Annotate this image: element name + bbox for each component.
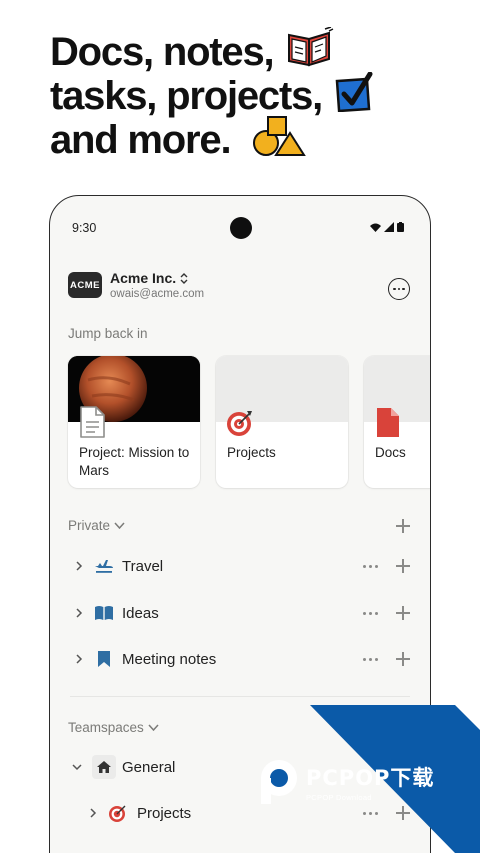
headline: Docs, notes, tasks, projects, and more. [50, 25, 470, 162]
chevron-down-icon [114, 522, 125, 529]
chevron-right-icon[interactable] [74, 561, 84, 571]
section-divider [70, 696, 410, 697]
sidebar-item-label: Ideas [122, 604, 159, 622]
card-title: Docs [375, 445, 406, 460]
sidebar-item-label: Meeting notes [122, 650, 217, 668]
card-title: Projects [227, 445, 276, 460]
bookmark-icon [94, 649, 114, 669]
status-icons [370, 222, 404, 232]
shapes-illustration-icon [252, 115, 307, 166]
chevron-updown-icon [180, 272, 188, 284]
open-book-icon [94, 603, 114, 623]
chevron-down-icon[interactable] [72, 762, 82, 772]
phone-frame: 9:30 ACME Acme Inc. owais@acme.com Jump … [49, 195, 431, 853]
watermark-logo: PCPOP下载 PCPOP Download [258, 758, 434, 806]
home-icon [92, 755, 116, 779]
doc-red-icon [374, 406, 402, 438]
card-projects[interactable]: Projects [216, 356, 348, 488]
add-icon[interactable] [396, 559, 410, 573]
workspace-email: owais@acme.com [110, 288, 205, 300]
chevron-right-icon[interactable] [74, 608, 84, 618]
checkbox-illustration-icon [334, 71, 376, 121]
sidebar-item-label: General [122, 758, 176, 776]
airplane-icon [94, 556, 114, 576]
more-options-button[interactable] [388, 278, 410, 300]
sidebar-item-label: Projects [137, 804, 192, 822]
more-icon[interactable] [363, 611, 378, 615]
card-docs[interactable]: Docs [364, 356, 430, 488]
chevron-down-icon [148, 724, 159, 731]
target-icon [108, 803, 128, 823]
watermark-p-icon [261, 760, 297, 804]
headline-line-3: and more. [50, 118, 232, 162]
camera-cutout [230, 217, 252, 239]
add-icon[interactable] [396, 652, 410, 666]
more-icon[interactable] [363, 811, 378, 815]
wifi-icon [370, 223, 381, 232]
target-icon [226, 406, 254, 438]
card-mission-to-mars[interactable]: Project: Mission to Mars [68, 356, 200, 488]
card-title: Project: Mission to Mars [79, 445, 190, 478]
headline-line-1: Docs, notes, [50, 30, 275, 74]
chevron-right-icon[interactable] [88, 808, 98, 818]
sidebar-item-travel[interactable]: Travel [50, 546, 430, 586]
add-private-page-button[interactable] [396, 519, 410, 533]
chevron-right-icon[interactable] [74, 654, 84, 664]
sidebar-item-ideas[interactable]: Ideas [50, 593, 430, 633]
add-icon[interactable] [396, 606, 410, 620]
workspace-name: Acme Inc. [110, 270, 177, 286]
sidebar-item-meeting-notes[interactable]: Meeting notes [50, 639, 430, 679]
add-icon[interactable] [396, 806, 410, 820]
sidebar-item-label: Travel [122, 557, 164, 575]
book-illustration-icon [285, 25, 335, 78]
workspace-logo: ACME [68, 272, 102, 298]
more-icon[interactable] [363, 657, 378, 661]
workspace-switcher[interactable]: ACME Acme Inc. owais@acme.com [68, 270, 204, 300]
status-time: 9:30 [72, 221, 97, 235]
document-icon [78, 406, 106, 438]
private-label: Private [68, 518, 111, 533]
private-section-header[interactable]: Private [68, 518, 125, 533]
teamspaces-section-header[interactable]: Teamspaces [68, 720, 159, 735]
headline-line-2: tasks, projects, [50, 74, 323, 118]
watermark-subtext: PCPOP Download [306, 793, 372, 802]
teamspaces-label: Teamspaces [68, 720, 144, 735]
signal-icon [384, 222, 394, 232]
watermark-text: PCPOP下载 [306, 766, 435, 790]
more-icon[interactable] [363, 564, 378, 568]
jump-back-cards: Project: Mission to Mars Projects Docs [68, 356, 430, 491]
battery-icon [397, 222, 404, 232]
jump-back-label: Jump back in [68, 326, 148, 341]
status-bar: 9:30 [50, 196, 430, 256]
